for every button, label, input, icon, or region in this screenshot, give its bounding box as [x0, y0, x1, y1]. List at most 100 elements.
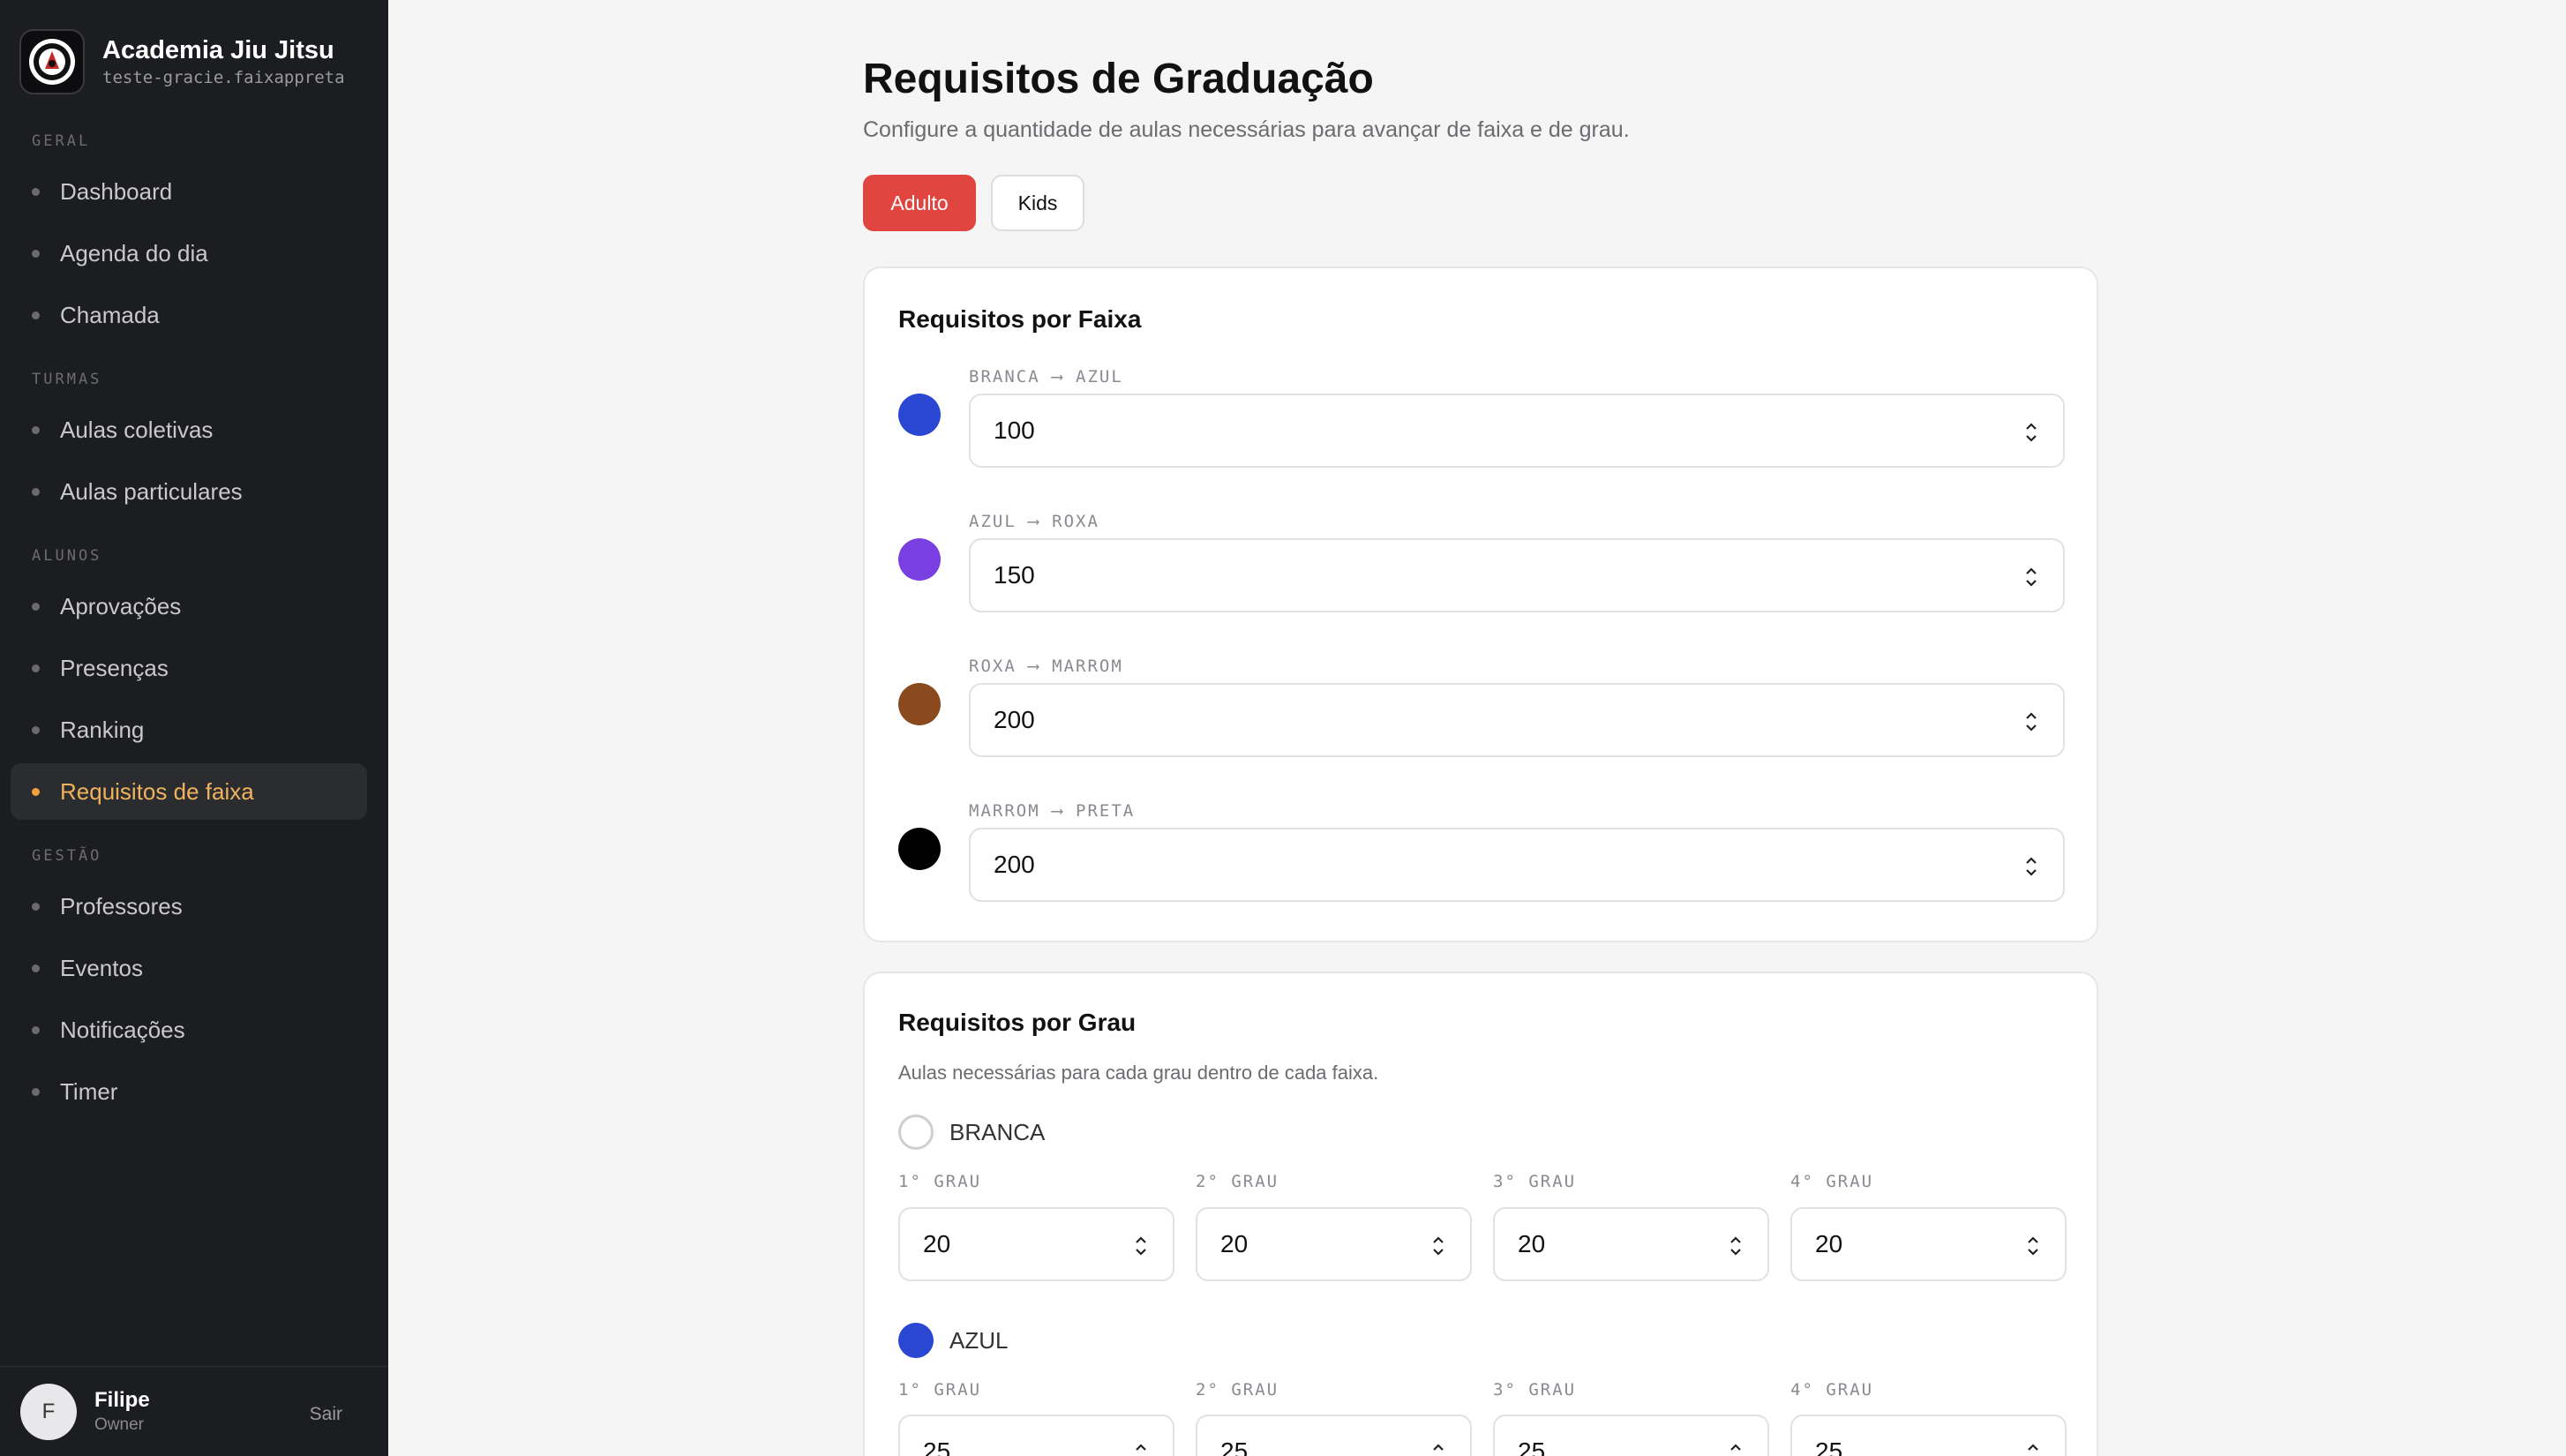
belt-transition-label: BRANCA ⟶ AZUL	[969, 367, 1123, 387]
sidebar-item-requisitos-de-faixa[interactable]: Requisitos de faixa	[11, 763, 367, 820]
sidebar-item-dashboard[interactable]: Dashboard	[11, 163, 367, 220]
sidebar-item-notificacoes[interactable]: Notificações	[11, 1002, 367, 1058]
academy-seal-icon[interactable]	[19, 29, 85, 94]
grade-requirement-input[interactable]: 25	[898, 1415, 1174, 1456]
belt-requirement-input[interactable]: 200	[969, 828, 2065, 902]
tab-bar: Adulto Kids	[863, 175, 1084, 231]
input-value: 200	[994, 851, 1035, 878]
brand: Academia Jiu Jitsu teste-gracie.faixappr…	[19, 29, 345, 94]
grade-requirement-input[interactable]: 25	[1493, 1415, 1769, 1456]
user-name: Filipe	[94, 1387, 150, 1412]
grade-requirement-input[interactable]: 25	[1790, 1415, 2067, 1456]
brand-domain: teste-gracie.faixappreta	[102, 68, 345, 87]
avatar[interactable]: F	[20, 1383, 77, 1440]
grade-requirement-input[interactable]: 20	[1790, 1207, 2067, 1281]
grade-requirement-input[interactable]: 20	[898, 1207, 1174, 1281]
sidebar-item-aprovacoes[interactable]: Aprovações	[11, 578, 367, 634]
sidebar-item-chamada[interactable]: Chamada	[11, 287, 367, 343]
input-value: 20	[923, 1230, 951, 1257]
belt-transition-label: AZUL ⟶ ROXA	[969, 512, 1099, 531]
sidebar-item-eventos[interactable]: Eventos	[11, 940, 367, 996]
stepper-icon[interactable]	[2024, 709, 2038, 734]
grade-label: 1° GRAU	[898, 1380, 982, 1400]
sidebar-item-label: Requisitos de faixa	[60, 777, 254, 805]
stepper-icon[interactable]	[2024, 565, 2038, 589]
belt-azul-color-icon	[898, 1323, 934, 1358]
user-role: Owner	[94, 1415, 144, 1434]
sidebar-item-label: Professores	[60, 892, 183, 919]
tab-adulto[interactable]: Adulto	[863, 175, 976, 231]
stepper-icon[interactable]	[1431, 1441, 1445, 1456]
section-label-gestao: GESTÃO	[32, 847, 102, 865]
belt-transition-label: ROXA ⟶ MARROM	[969, 657, 1123, 676]
input-value: 150	[994, 561, 1035, 589]
section-label-geral: GERAL	[32, 132, 91, 150]
grade-label: 3° GRAU	[1493, 1380, 1577, 1400]
sidebar-item-presencas[interactable]: Presenças	[11, 640, 367, 696]
belt-requirement-input[interactable]: 200	[969, 683, 2065, 757]
grade-requirement-input[interactable]: 25	[1196, 1415, 1472, 1456]
sidebar-item-professores[interactable]: Professores	[11, 878, 367, 934]
stepper-icon[interactable]	[1729, 1234, 1743, 1258]
stepper-icon[interactable]	[1729, 1441, 1743, 1456]
input-value: 25	[1518, 1437, 1546, 1456]
grade-label: 1° GRAU	[898, 1172, 982, 1191]
input-value: 20	[1518, 1230, 1546, 1257]
grade-label: 4° GRAU	[1790, 1172, 1874, 1191]
input-value: 20	[1220, 1230, 1249, 1257]
belt-transition-label: MARROM ⟶ PRETA	[969, 801, 1136, 821]
grade-label: 2° GRAU	[1196, 1172, 1279, 1191]
sidebar-item-label: Agenda do dia	[60, 239, 208, 266]
bullet-icon	[32, 903, 40, 911]
belt-requirement-input[interactable]: 100	[969, 394, 2065, 468]
grade-requirements-card: Requisitos por Grau Aulas necessárias pa…	[863, 972, 2098, 1456]
grade-requirement-input[interactable]: 20	[1493, 1207, 1769, 1281]
stepper-icon[interactable]	[2024, 420, 2038, 445]
bullet-icon	[32, 426, 40, 434]
card-title: Requisitos por Grau	[898, 1009, 1137, 1036]
bullet-icon	[32, 788, 40, 796]
logout-button[interactable]: Sair	[310, 1404, 342, 1425]
belt-heading-branca: BRANCA	[898, 1115, 1045, 1150]
sidebar-item-aulas-coletivas[interactable]: Aulas coletivas	[11, 402, 367, 458]
belt-marrom-color-icon	[898, 683, 941, 725]
sidebar-item-ranking[interactable]: Ranking	[11, 702, 367, 758]
user-bar: F Filipe Owner Sair	[0, 1366, 388, 1456]
belt-requirement-input[interactable]: 150	[969, 538, 2065, 612]
sidebar-item-label: Aulas particulares	[60, 477, 243, 505]
belt-row: ROXA ⟶ MARROM 200	[898, 657, 2065, 771]
sidebar-item-aulas-particulares[interactable]: Aulas particulares	[11, 463, 367, 520]
page-subtitle: Configure a quantidade de aulas necessár…	[863, 117, 1630, 142]
brand-name: Academia Jiu Jitsu	[102, 36, 334, 64]
page-title: Requisitos de Graduação	[863, 56, 1374, 102]
bullet-icon	[32, 664, 40, 672]
stepper-icon[interactable]	[2024, 854, 2038, 879]
belt-requirements-card: Requisitos por Faixa BRANCA ⟶ AZUL 100 A…	[863, 266, 2098, 942]
belt-name: AZUL	[949, 1326, 1009, 1354]
belt-row: MARROM ⟶ PRETA 200	[898, 801, 2065, 916]
card-title: Requisitos por Faixa	[898, 305, 1142, 333]
belt-branca-color-icon	[898, 1115, 934, 1150]
stepper-icon[interactable]	[1134, 1234, 1148, 1258]
grade-label: 4° GRAU	[1790, 1380, 1874, 1400]
sidebar-item-label: Ranking	[60, 716, 145, 743]
belt-row: AZUL ⟶ ROXA 150	[898, 512, 2065, 627]
sidebar-item-label: Dashboard	[60, 177, 173, 205]
belt-row: BRANCA ⟶ AZUL 100	[898, 367, 2065, 482]
stepper-icon[interactable]	[1431, 1234, 1445, 1258]
sidebar-item-agenda[interactable]: Agenda do dia	[11, 225, 367, 281]
grade-label: 3° GRAU	[1493, 1172, 1577, 1191]
grade-requirement-input[interactable]: 20	[1196, 1207, 1472, 1281]
bullet-icon	[32, 726, 40, 734]
input-value: 200	[994, 706, 1035, 733]
stepper-icon[interactable]	[2026, 1441, 2040, 1456]
sidebar-item-label: Chamada	[60, 301, 160, 328]
sidebar-item-label: Aprovações	[60, 592, 182, 619]
bullet-icon	[32, 188, 40, 196]
section-label-turmas: TURMAS	[32, 371, 102, 388]
input-value: 25	[1220, 1437, 1249, 1456]
stepper-icon[interactable]	[2026, 1234, 2040, 1258]
tab-kids[interactable]: Kids	[991, 175, 1084, 231]
stepper-icon[interactable]	[1134, 1441, 1148, 1456]
sidebar-item-timer[interactable]: Timer	[11, 1063, 367, 1120]
